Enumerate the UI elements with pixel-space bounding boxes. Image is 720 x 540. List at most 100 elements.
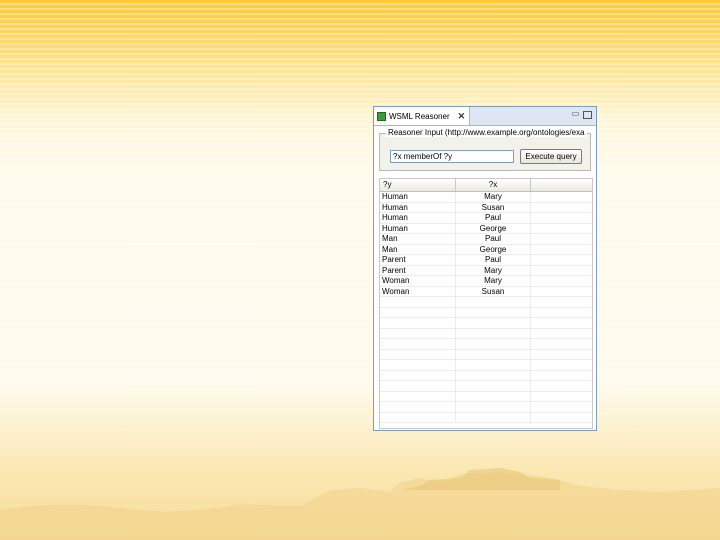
- empty-cell: [456, 297, 531, 307]
- maximize-icon[interactable]: [583, 111, 592, 119]
- cell-empty: [531, 234, 592, 244]
- execute-query-button[interactable]: Execute query: [520, 149, 582, 164]
- wsml-reasoner-view: WSML Reasoner ✕ ▭ Reasoner Input (http:/…: [373, 106, 597, 431]
- cell-y: Woman: [380, 286, 456, 296]
- reasoner-icon: [377, 111, 386, 121]
- tab-wsml-reasoner[interactable]: WSML Reasoner ✕: [374, 107, 470, 125]
- cell-x: George: [456, 244, 531, 254]
- empty-cell: [456, 328, 531, 338]
- empty-cell: [456, 402, 531, 412]
- empty-cell: [531, 360, 592, 370]
- cell-y: Human: [380, 223, 456, 233]
- table-row[interactable]: Parent Paul: [380, 255, 592, 266]
- empty-cell: [380, 402, 456, 412]
- empty-cell: [456, 391, 531, 401]
- table-row[interactable]: Woman Susan: [380, 286, 592, 297]
- empty-table-row: [380, 412, 592, 423]
- cell-x: Mary: [456, 265, 531, 275]
- results-table: ?y ?x Human Mary Human Susan Human Paul Human G…: [379, 178, 593, 429]
- empty-table-row: [380, 402, 592, 413]
- empty-cell: [456, 307, 531, 317]
- empty-cell: [531, 371, 592, 381]
- cell-x: Paul: [456, 213, 531, 223]
- table-row[interactable]: Parent Mary: [380, 265, 592, 276]
- empty-table-row: [380, 339, 592, 350]
- empty-table-row: [380, 370, 592, 381]
- empty-cell: [531, 392, 592, 402]
- results-table-body: Human Mary Human Susan Human Paul Human George M…: [380, 192, 592, 423]
- cell-empty: [531, 276, 592, 286]
- cell-empty: [531, 266, 592, 276]
- table-row[interactable]: Man George: [380, 244, 592, 255]
- table-row[interactable]: Man Paul: [380, 234, 592, 245]
- table-row[interactable]: Human George: [380, 223, 592, 234]
- cell-y: Man: [380, 244, 456, 254]
- close-icon[interactable]: ✕: [458, 111, 466, 122]
- empty-cell: [456, 370, 531, 380]
- cell-x: George: [456, 223, 531, 233]
- cell-y: Human: [380, 202, 456, 212]
- empty-cell: [531, 329, 592, 339]
- empty-cell: [531, 297, 592, 307]
- empty-table-row: [380, 307, 592, 318]
- table-row[interactable]: Human Paul: [380, 213, 592, 224]
- tab-title: WSML Reasoner: [389, 111, 450, 121]
- empty-table-row: [380, 381, 592, 392]
- empty-cell: [531, 318, 592, 328]
- column-header-y[interactable]: ?y: [380, 179, 456, 191]
- cell-empty: [531, 255, 592, 265]
- cell-y: Human: [380, 192, 456, 202]
- empty-cell: [380, 328, 456, 338]
- table-row[interactable]: Human Mary: [380, 192, 592, 203]
- cell-y: Parent: [380, 255, 456, 265]
- column-header-x[interactable]: ?x: [456, 179, 531, 191]
- cell-empty: [531, 287, 592, 297]
- empty-cell: [456, 339, 531, 349]
- empty-table-row: [380, 360, 592, 371]
- empty-cell: [456, 381, 531, 391]
- empty-cell: [380, 297, 456, 307]
- cell-y: Woman: [380, 276, 456, 286]
- empty-table-row: [380, 297, 592, 308]
- empty-cell: [380, 412, 456, 422]
- cell-empty: [531, 192, 592, 202]
- reasoner-input-label: Reasoner Input (http://www.example.org/o…: [386, 128, 587, 137]
- empty-cell: [380, 360, 456, 370]
- temple-silhouette-decoration: [0, 468, 720, 540]
- column-header-empty: [531, 179, 592, 191]
- cell-empty: [531, 224, 592, 234]
- cell-empty: [531, 203, 592, 213]
- cell-x: Mary: [456, 192, 531, 202]
- empty-cell: [531, 308, 592, 318]
- cell-y: Man: [380, 234, 456, 244]
- cell-x: Mary: [456, 276, 531, 286]
- empty-cell: [456, 412, 531, 422]
- empty-cell: [456, 349, 531, 359]
- empty-cell: [531, 413, 592, 423]
- cell-x: Paul: [456, 234, 531, 244]
- query-input[interactable]: [390, 150, 514, 163]
- reasoner-input-group: Reasoner Input (http://www.example.org/o…: [379, 128, 591, 171]
- empty-cell: [531, 402, 592, 412]
- cell-x: Susan: [456, 202, 531, 212]
- empty-cell: [456, 360, 531, 370]
- minimize-icon[interactable]: ▭: [571, 109, 580, 118]
- empty-cell: [380, 318, 456, 328]
- empty-table-row: [380, 318, 592, 329]
- cell-empty: [531, 245, 592, 255]
- empty-cell: [380, 349, 456, 359]
- empty-table-row: [380, 328, 592, 339]
- view-tab-bar: WSML Reasoner ✕ ▭: [374, 107, 596, 126]
- cell-y: Parent: [380, 265, 456, 275]
- empty-cell: [380, 381, 456, 391]
- empty-cell: [380, 370, 456, 380]
- empty-cell: [380, 391, 456, 401]
- empty-cell: [456, 318, 531, 328]
- empty-cell: [380, 307, 456, 317]
- table-row[interactable]: Human Susan: [380, 202, 592, 213]
- empty-table-row: [380, 391, 592, 402]
- table-row[interactable]: Woman Mary: [380, 276, 592, 287]
- cell-x: Paul: [456, 255, 531, 265]
- cell-empty: [531, 213, 592, 223]
- empty-cell: [531, 339, 592, 349]
